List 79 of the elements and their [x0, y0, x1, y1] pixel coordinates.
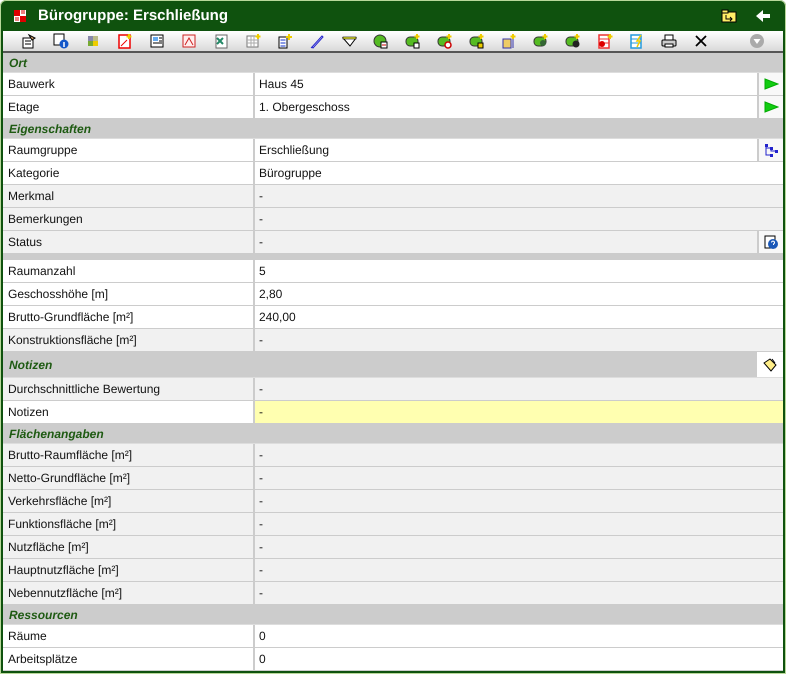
field-value: Bürogruppe: [255, 162, 783, 184]
arrow-right-button[interactable]: [757, 73, 783, 95]
field-label: Bauwerk: [3, 73, 255, 95]
info-icon: [53, 33, 69, 49]
print-icon: [661, 33, 677, 49]
section-title: Ort: [9, 56, 28, 70]
field-value: -: [255, 536, 783, 558]
field-label: Durchschnittliche Bewertung: [3, 378, 255, 400]
field-label: Notizen: [3, 401, 255, 423]
field-value: -: [255, 185, 783, 207]
section-title: Ressourcen: [9, 608, 79, 622]
field-label: Merkmal: [3, 185, 255, 207]
section-title: Flächenangaben: [9, 426, 105, 440]
field-value: -: [255, 444, 783, 466]
folder-icon: [721, 8, 737, 24]
field-value: Erschließung: [255, 139, 757, 161]
arrow-right-icon: [763, 99, 779, 115]
field-value: 5: [255, 260, 783, 282]
field-label: Etage: [3, 96, 255, 118]
tree-button[interactable]: [757, 139, 783, 161]
field-value: -: [255, 582, 783, 604]
new-document-icon: [117, 33, 133, 49]
form-edit-icon: [21, 33, 37, 49]
tree-icon: [763, 142, 779, 158]
field-label: Bemerkungen: [3, 208, 255, 230]
field-label: Nebennutzfläche [m²]: [3, 582, 255, 604]
spreadsheet-icon: [213, 33, 229, 49]
field-label: Räume: [3, 625, 255, 647]
building-icon: [12, 8, 28, 24]
field-label: Geschosshöhe [m]: [3, 283, 255, 305]
field-label: Raumanzahl: [3, 260, 255, 282]
field-value: -: [255, 559, 783, 581]
field-value: 1. Obergeschoss: [255, 96, 757, 118]
field-label: Kategorie: [3, 162, 255, 184]
room-target-icon: [437, 33, 453, 49]
field-label: Netto-Grundfläche [m²]: [3, 467, 255, 489]
note-edit-button[interactable]: [757, 352, 783, 377]
window-title: Bürogruppe: Erschließung: [38, 7, 230, 24]
room-add-icon: [405, 33, 421, 49]
field-value: -: [255, 401, 783, 423]
field-label: Raumgruppe: [3, 139, 255, 161]
table-add-icon: [245, 33, 261, 49]
field-value: 240,00: [255, 306, 783, 328]
field-value: -: [255, 208, 783, 230]
field-value: 2,80: [255, 283, 783, 305]
shelf-remove-icon: [597, 33, 613, 49]
field-value: -: [255, 378, 783, 400]
field-value: -: [255, 513, 783, 535]
field-value: Haus 45: [255, 73, 757, 95]
arrow-right-button[interactable]: [757, 96, 783, 118]
field-label: Status: [3, 231, 255, 253]
field-label: Brutto-Grundfläche [m²]: [3, 306, 255, 328]
back-arrow-icon: [755, 8, 771, 24]
dropdown-icon: [749, 33, 765, 49]
field-value: 0: [255, 625, 783, 647]
field-label: Konstruktionsfläche [m²]: [3, 329, 255, 351]
close-icon: [693, 33, 709, 49]
grid-icon: [85, 33, 101, 49]
section-title: Notizen: [9, 358, 54, 372]
field-label: Brutto-Raumfläche [m²]: [3, 444, 255, 466]
help-note-button[interactable]: [757, 231, 783, 253]
note-edit-icon: [762, 356, 778, 372]
list-add-icon: [277, 33, 293, 49]
field-value: -: [255, 490, 783, 512]
pen-icon: [309, 33, 325, 49]
help-note-icon: [763, 234, 779, 250]
field-label: Nutzfläche [m²]: [3, 536, 255, 558]
field-value: 0: [255, 648, 783, 670]
field-value: -: [255, 467, 783, 489]
section-title: Eigenschaften: [9, 122, 92, 136]
field-label: Verkehrsfläche [m²]: [3, 490, 255, 512]
shelf-lightning-icon: [629, 33, 645, 49]
arrow-right-icon: [763, 76, 779, 92]
field-label: Hauptnutzfläche [m²]: [3, 559, 255, 581]
field-label: Arbeitsplätze: [3, 648, 255, 670]
field-value: -: [255, 231, 757, 253]
room-grid-icon: [469, 33, 485, 49]
field-label: Funktionsfläche [m²]: [3, 513, 255, 535]
field-value: -: [255, 329, 783, 351]
